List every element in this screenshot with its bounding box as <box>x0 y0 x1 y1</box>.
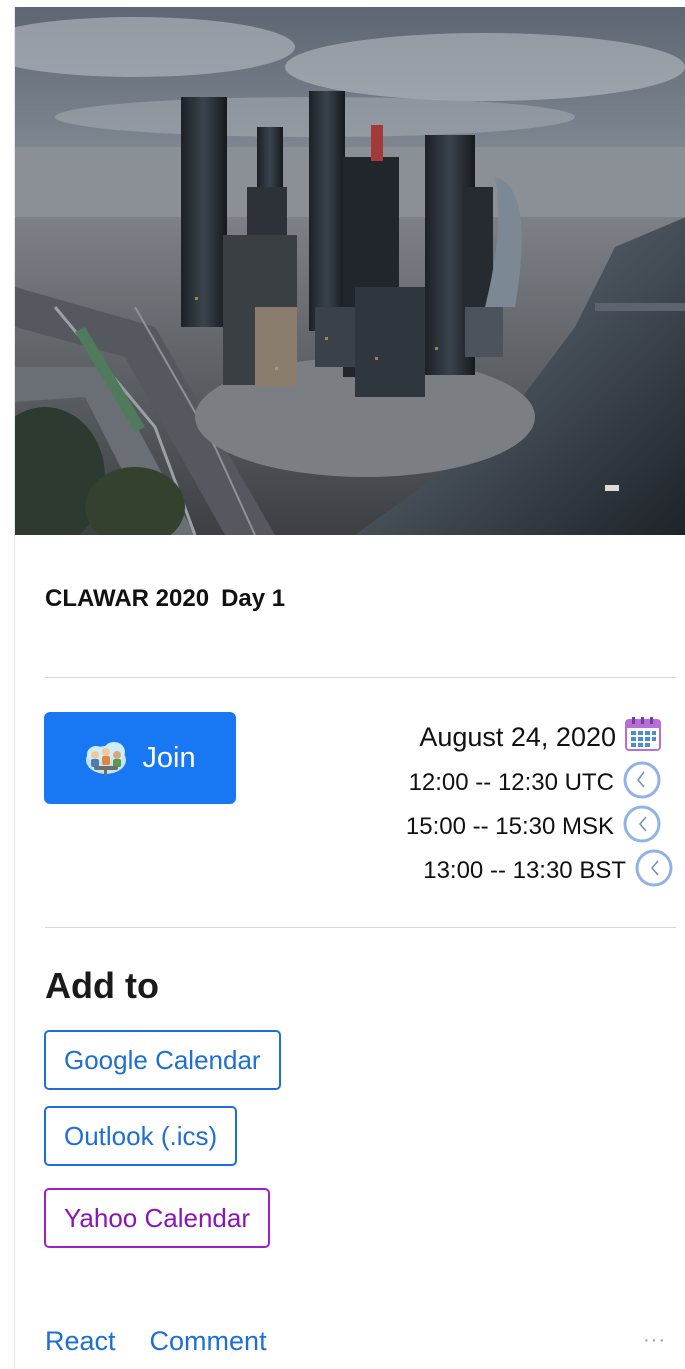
clock-icon <box>622 760 662 807</box>
clock-icon <box>634 848 674 895</box>
event-title: CLAWAR 2020 Day 1 <box>45 585 285 613</box>
time-row-msk: 15:00 -- 15:30 MSK <box>406 805 662 849</box>
time-utc: 12:00 -- 12:30 UTC <box>408 769 614 796</box>
calendar-icon <box>624 716 662 759</box>
event-cover-image <box>15 7 685 535</box>
event-day: Day 1 <box>221 585 286 612</box>
event-date: August 24, 2020 <box>419 721 616 752</box>
post-actions: React Comment <box>45 1326 267 1357</box>
time-row-utc: 12:00 -- 12:30 UTC <box>406 761 662 805</box>
divider <box>45 677 676 678</box>
join-button[interactable]: Join <box>44 712 236 804</box>
clock-icon <box>622 804 662 851</box>
meeting-people-icon <box>84 738 128 778</box>
divider <box>45 927 676 928</box>
google-calendar-button[interactable]: Google Calendar <box>44 1030 281 1090</box>
event-schedule: August 24, 2020 12:00 -- 12:30 UTC 15:00… <box>406 713 674 893</box>
outlook-calendar-button[interactable]: Outlook (.ics) <box>44 1106 238 1166</box>
react-link[interactable]: React <box>45 1326 116 1356</box>
time-msk: 15:00 -- 15:30 MSK <box>405 813 614 840</box>
join-label: Join <box>142 741 196 774</box>
yahoo-calendar-button[interactable]: Yahoo Calendar <box>44 1188 270 1248</box>
event-card: CLAWAR 2020 Day 1 Join August 24, 2020 1… <box>14 7 685 1369</box>
more-options-icon[interactable]: ··· <box>643 1329 666 1352</box>
event-date-row: August 24, 2020 <box>406 713 662 761</box>
add-to-heading: Add to <box>45 965 159 1006</box>
event-name: CLAWAR 2020 <box>45 585 210 612</box>
time-bst: 13:00 -- 13:30 BST <box>423 857 626 884</box>
comment-link[interactable]: Comment <box>150 1326 267 1356</box>
time-row-bst: 13:00 -- 13:30 BST <box>406 849 674 893</box>
